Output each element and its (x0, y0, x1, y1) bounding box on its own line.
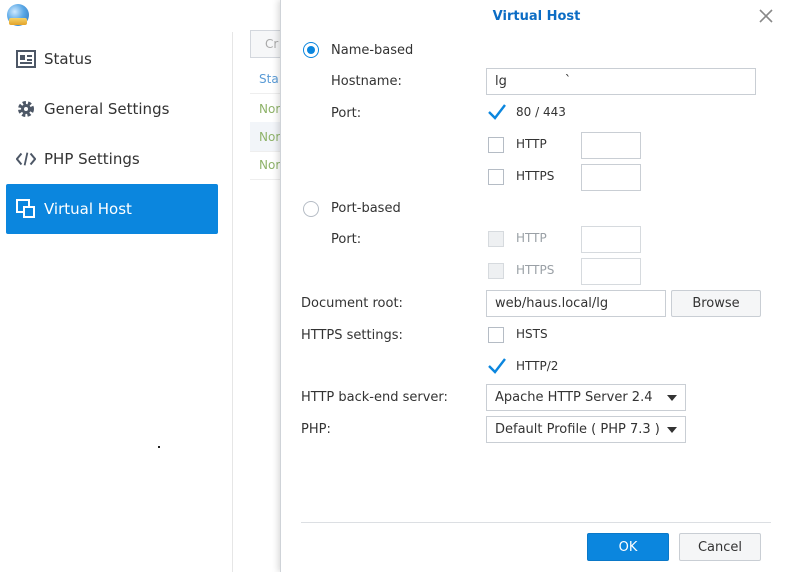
backend-server-label: HTTP back-end server: (301, 390, 448, 405)
http2-checkbox[interactable] (488, 358, 506, 375)
checkmark-icon (488, 104, 506, 120)
gear-icon (16, 99, 36, 119)
http2-label: HTTP/2 (516, 359, 559, 373)
cursor-dot (158, 446, 160, 448)
code-icon (16, 149, 36, 169)
chevron-down-icon (667, 427, 677, 433)
port-based-http-label: HTTP (516, 231, 547, 245)
sidebar-item-label: PHP Settings (44, 150, 140, 168)
port-based-https-input[interactable] (581, 258, 641, 285)
cancel-button[interactable]: Cancel (679, 533, 761, 561)
port-based-radio[interactable] (303, 201, 319, 217)
dialog-title: Virtual Host (492, 9, 581, 24)
sidebar-item-php-settings[interactable]: PHP Settings (6, 134, 218, 184)
port-80-443-checkbox[interactable] (488, 104, 506, 121)
document-root-label: Document root: (301, 296, 403, 311)
virtual-host-dialog: Virtual Host Name-based Hostname: Port: … (280, 0, 791, 572)
browse-button[interactable]: Browse (671, 290, 761, 317)
sidebar: Status General Settings PHP Settings Vir… (0, 32, 233, 572)
hsts-checkbox[interactable] (488, 327, 504, 343)
status-card-icon (16, 49, 36, 69)
close-icon[interactable] (759, 9, 775, 25)
hsts-label: HSTS (516, 327, 548, 341)
port-based-port-label: Port: (331, 232, 362, 247)
https-settings-label: HTTPS settings: (301, 328, 403, 343)
port-label: Port: (331, 106, 362, 121)
https-port-checkbox[interactable] (488, 169, 504, 185)
port-based-https-label: HTTPS (516, 263, 555, 277)
php-profile-value: Default Profile ( PHP 7.3 ) (495, 422, 660, 437)
sidebar-item-status[interactable]: Status (6, 34, 218, 84)
port-based-http-checkbox[interactable] (488, 231, 504, 247)
backend-server-select[interactable]: Apache HTTP Server 2.4 (486, 384, 686, 411)
document-root-input[interactable] (486, 290, 666, 317)
port-based-label: Port-based (331, 201, 401, 216)
http-port-checkbox[interactable] (488, 137, 504, 153)
php-label: PHP: (301, 422, 331, 437)
ok-button[interactable]: OK (587, 533, 669, 561)
hostname-label: Hostname: (331, 74, 402, 89)
web-station-logo-icon (7, 4, 29, 26)
checkmark-icon (488, 358, 506, 374)
backend-server-value: Apache HTTP Server 2.4 (495, 390, 653, 405)
hostname-input[interactable] (486, 68, 756, 95)
port-based-https-checkbox[interactable] (488, 263, 504, 279)
sidebar-item-label: Virtual Host (44, 200, 132, 218)
name-based-radio[interactable] (303, 42, 319, 58)
footer-divider (301, 522, 771, 523)
virtual-host-icon (16, 199, 36, 219)
port-based-http-input[interactable] (581, 226, 641, 253)
port-80-443-label: 80 / 443 (516, 105, 566, 119)
name-based-label: Name-based (331, 43, 414, 58)
sidebar-item-label: Status (44, 50, 92, 68)
chevron-down-icon (667, 395, 677, 401)
http-port-input[interactable] (581, 132, 641, 159)
sidebar-item-virtual-host[interactable]: Virtual Host (6, 184, 218, 234)
php-profile-select[interactable]: Default Profile ( PHP 7.3 ) (486, 416, 686, 443)
sidebar-item-label: General Settings (44, 100, 170, 118)
https-port-input[interactable] (581, 164, 641, 191)
https-port-label: HTTPS (516, 169, 555, 183)
sidebar-item-general-settings[interactable]: General Settings (6, 84, 218, 134)
http-port-label: HTTP (516, 137, 547, 151)
